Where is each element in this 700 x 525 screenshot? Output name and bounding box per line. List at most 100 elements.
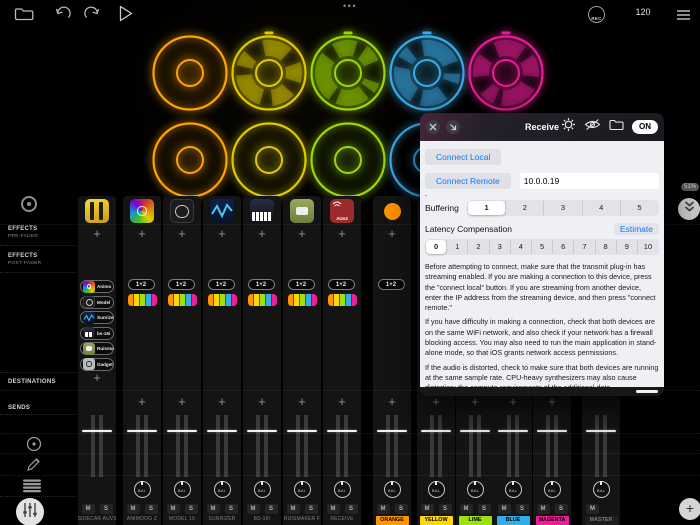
mute-button[interactable]: M [82, 504, 95, 514]
latency-segment-0[interactable]: 0 [426, 240, 446, 254]
add-send-button[interactable]: + [323, 394, 361, 410]
channel-name[interactable]: RUISMAKER F [284, 516, 320, 522]
preset-folder-icon[interactable] [609, 118, 624, 136]
channel-name-tag[interactable]: MASTER [585, 516, 618, 525]
solo-button[interactable]: S [395, 504, 408, 514]
redo-button[interactable] [83, 5, 100, 27]
channel-name[interactable]: ANIMOOG Z [127, 516, 157, 522]
mute-button[interactable]: M [127, 504, 140, 514]
open-file-button[interactable] [14, 7, 34, 26]
balance-knob[interactable]: BAL [467, 481, 484, 498]
buffering-segment-2[interactable]: 2 [505, 201, 543, 215]
undo-button[interactable] [55, 5, 72, 27]
solo-button[interactable]: S [225, 504, 238, 514]
solo-button[interactable]: S [100, 504, 113, 514]
balance-knob[interactable]: BAL [428, 481, 445, 498]
balance-knob[interactable]: BAL [254, 481, 271, 498]
connect-local-button[interactable]: Connect Local [425, 149, 501, 165]
resize-handle[interactable] [636, 390, 658, 394]
add-send-button[interactable]: + [494, 394, 532, 410]
volume-fader-handle[interactable] [586, 430, 616, 432]
add-effect-button[interactable]: + [203, 226, 241, 242]
window-drag-handle[interactable]: ••• [330, 1, 370, 11]
add-send-button[interactable]: + [243, 394, 281, 410]
output-bus-button[interactable]: 1+2 [288, 279, 315, 290]
balance-knob[interactable]: BAL [134, 481, 151, 498]
add-send-button[interactable]: + [163, 394, 201, 410]
solo-button[interactable]: S [555, 504, 568, 514]
play-button[interactable] [119, 5, 133, 27]
volume-fader-handle[interactable] [207, 430, 237, 432]
mute-button[interactable]: M [537, 504, 550, 514]
monitor-icon[interactable] [20, 195, 38, 218]
bs16i-icon[interactable] [250, 199, 274, 223]
output-bus-button[interactable]: 1+2 [248, 279, 275, 290]
mute-button[interactable]: M [460, 504, 473, 514]
balance-knob[interactable]: BAL [294, 481, 311, 498]
latency-segment-6[interactable]: 6 [552, 240, 573, 254]
animoog-icon[interactable] [130, 199, 154, 223]
sidecar-app-gadget[interactable]: Gadget [80, 358, 114, 371]
popout-icon[interactable] [446, 120, 460, 134]
channel-name-tag[interactable]: YELLOW [420, 516, 453, 525]
channel-name-tag[interactable]: MAGENTA [536, 516, 569, 525]
mute-button[interactable]: M [586, 504, 599, 514]
channel-name[interactable]: MODEL 15 [169, 516, 195, 522]
add-effect-button[interactable]: + [163, 226, 201, 242]
add-send-button[interactable]: + [533, 394, 571, 410]
gear-icon[interactable] [561, 117, 576, 137]
volume-fader-handle[interactable] [82, 430, 112, 432]
output-bus-button[interactable]: 1+2 [128, 279, 155, 290]
sunrizer-icon[interactable] [210, 199, 234, 223]
record-arm-icon[interactable] [26, 436, 42, 457]
model15-icon[interactable] [170, 199, 194, 223]
volume-fader-handle[interactable] [421, 430, 451, 432]
channel-name-tag[interactable]: LIME [459, 516, 492, 525]
channel-name[interactable]: SUNRIZER [208, 516, 235, 522]
latency-segment-1[interactable]: 1 [446, 240, 467, 254]
mute-button[interactable]: M [287, 504, 300, 514]
sidecar-app-model[interactable]: Model [80, 296, 114, 309]
sidecar-icon[interactable] [85, 199, 109, 223]
add-send-button[interactable]: + [373, 394, 411, 410]
channel-name-tag[interactable]: BLUE [497, 516, 530, 525]
buffering-segment-4[interactable]: 4 [582, 201, 620, 215]
solo-button[interactable]: S [305, 504, 318, 514]
estimate-button[interactable]: Estimate [614, 223, 659, 235]
latency-segment-5[interactable]: 5 [531, 240, 552, 254]
channel-name[interactable]: BS-16I [254, 516, 271, 522]
solo-button[interactable]: S [516, 504, 529, 514]
add-send-button[interactable]: + [456, 394, 494, 410]
mixer-settings-button[interactable] [16, 498, 44, 525]
mute-button[interactable]: M [167, 504, 180, 514]
sidecar-app-bs-16i[interactable]: bs-16i [80, 327, 114, 340]
solo-button[interactable]: S [185, 504, 198, 514]
receive-icon[interactable]: AUv3 [330, 199, 354, 223]
add-send-button[interactable]: + [123, 394, 161, 410]
volume-fader-handle[interactable] [498, 430, 528, 432]
add-send-button[interactable]: + [283, 394, 321, 410]
ruismaker-icon[interactable] [290, 199, 314, 223]
balance-knob[interactable]: BAL [214, 481, 231, 498]
channel-name[interactable]: RECEIVE [330, 516, 353, 522]
balance-knob[interactable]: BAL [544, 481, 561, 498]
solo-button[interactable]: S [345, 504, 358, 514]
sidecar-app-ruisma[interactable]: Ruisma [80, 342, 114, 355]
latency-segment-7[interactable]: 7 [573, 240, 594, 254]
add-effect-button[interactable]: + [123, 226, 161, 242]
add-effect-button[interactable]: + [373, 226, 411, 242]
balance-knob[interactable]: BAL [384, 481, 401, 498]
buffering-segment-5[interactable]: 5 [620, 201, 658, 215]
snapshots-list-icon[interactable] [22, 479, 42, 498]
edit-pencil-icon[interactable] [26, 457, 41, 477]
latency-segment-10[interactable]: 10 [637, 240, 658, 254]
channel-name-tag[interactable]: ORANGE [376, 516, 409, 525]
output-bus-button[interactable]: 1+2 [328, 279, 355, 290]
close-icon[interactable] [426, 120, 440, 134]
mute-button[interactable]: M [377, 504, 390, 514]
menu-button[interactable] [676, 8, 691, 26]
balance-knob[interactable]: BAL [593, 481, 610, 498]
add-send-button[interactable]: + [417, 394, 455, 410]
solo-button[interactable]: S [265, 504, 278, 514]
buffering-segment-1[interactable]: 1 [468, 201, 505, 215]
